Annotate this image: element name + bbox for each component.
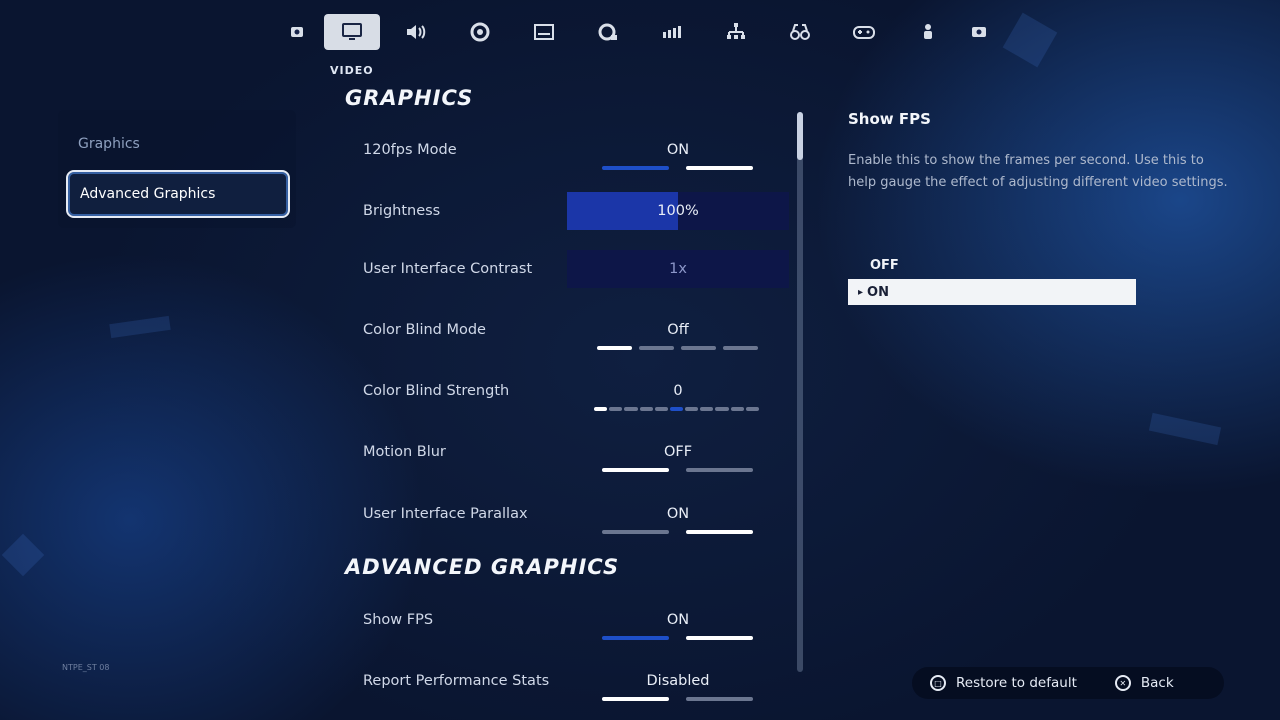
row-value: 0 bbox=[673, 383, 683, 399]
row-label: User Interface Contrast bbox=[363, 261, 533, 277]
row-label: Show FPS bbox=[363, 612, 434, 628]
toggle-segment bbox=[602, 166, 669, 170]
restore-button-icon: □ bbox=[930, 675, 946, 691]
selection-caret-icon: ▸ bbox=[858, 286, 864, 298]
nav-item-advanced-graphics[interactable]: Advanced Graphics bbox=[66, 170, 290, 218]
toggle-segment bbox=[686, 697, 753, 701]
back-button[interactable]: ✕ Back bbox=[1114, 675, 1174, 691]
toggle-segment bbox=[602, 530, 669, 534]
tab-hud[interactable] bbox=[708, 14, 764, 50]
row-label: Brightness bbox=[363, 203, 441, 219]
strength-segment bbox=[624, 407, 638, 411]
row-label: Color Blind Mode bbox=[363, 322, 486, 338]
settings-scrollbar[interactable] bbox=[797, 112, 803, 672]
back-label: Back bbox=[1140, 675, 1174, 691]
toggle-segment bbox=[686, 468, 753, 472]
strength-segment bbox=[639, 407, 653, 411]
tab-game[interactable] bbox=[452, 14, 508, 50]
row-label: Motion Blur bbox=[363, 444, 446, 460]
row-label: Color Blind Strength bbox=[363, 383, 510, 399]
tab-account-privacy[interactable] bbox=[900, 14, 956, 50]
settings-tab-bar bbox=[282, 14, 1002, 52]
toggle-segment bbox=[681, 346, 716, 350]
toggle-segment bbox=[602, 468, 669, 472]
option-off[interactable]: OFF bbox=[848, 252, 1136, 278]
row-label: Report Performance Stats bbox=[363, 673, 550, 689]
toggle-segment bbox=[602, 636, 669, 640]
graphics-heading: GRAPHICS bbox=[345, 86, 474, 110]
row-value: OFF bbox=[663, 444, 693, 460]
row-value: Off bbox=[667, 322, 689, 338]
strength-segment bbox=[609, 407, 623, 411]
gear-icon bbox=[470, 22, 490, 42]
row-value: ON bbox=[666, 142, 690, 158]
toggle-segment bbox=[639, 346, 674, 350]
monitor-icon bbox=[342, 23, 362, 40]
tab-video[interactable] bbox=[324, 14, 380, 50]
row-value: Disabled bbox=[646, 673, 710, 689]
account-icon bbox=[291, 27, 303, 37]
tab-input[interactable] bbox=[580, 14, 636, 50]
option-label: OFF bbox=[870, 257, 899, 273]
strength-segment bbox=[715, 407, 729, 411]
strength-segment bbox=[730, 407, 744, 411]
hierarchy-icon bbox=[727, 23, 745, 39]
toggle-segment bbox=[686, 166, 753, 170]
tab-audio[interactable] bbox=[388, 14, 444, 50]
advanced-graphics-heading: ADVANCED GRAPHICS bbox=[345, 555, 620, 579]
restore-label: Restore to default bbox=[956, 675, 1077, 691]
person-icon bbox=[924, 24, 932, 39]
strength-segment bbox=[685, 407, 699, 411]
row-label: User Interface Parallax bbox=[363, 506, 528, 522]
nav-item-graphics[interactable]: Graphics bbox=[66, 120, 290, 168]
tab-accessibility[interactable] bbox=[516, 14, 572, 50]
toggle-segment bbox=[597, 346, 632, 350]
tab-network[interactable] bbox=[644, 14, 700, 50]
restore-default-button[interactable]: □ Restore to default bbox=[930, 675, 1077, 691]
row-value: ON bbox=[666, 612, 690, 628]
toggle-segment bbox=[686, 636, 753, 640]
strength-segment bbox=[594, 407, 608, 411]
toggle-segment bbox=[602, 697, 669, 701]
network-icon bbox=[663, 26, 681, 38]
speaker-icon bbox=[407, 25, 426, 39]
tab-capture[interactable] bbox=[964, 14, 994, 50]
scrollbar-thumb[interactable] bbox=[797, 112, 803, 160]
tab-controller[interactable] bbox=[836, 14, 892, 50]
toggle-segment bbox=[686, 530, 753, 534]
subtitles-icon bbox=[534, 24, 554, 40]
row-value: 100% bbox=[657, 203, 699, 219]
left-nav: Graphics Advanced Graphics bbox=[58, 110, 296, 228]
tab-account[interactable] bbox=[282, 14, 312, 50]
binoculars-icon bbox=[790, 24, 810, 40]
strength-segment bbox=[700, 407, 714, 411]
strength-segment bbox=[654, 407, 668, 411]
row-label: 120fps Mode bbox=[363, 142, 457, 158]
toggle-segment bbox=[723, 346, 758, 350]
section-label: VIDEO bbox=[330, 64, 374, 77]
screenshot-icon bbox=[972, 27, 986, 37]
cross-button-icon: ✕ bbox=[1114, 675, 1131, 691]
detail-description: Enable this to show the frames per secon… bbox=[848, 153, 1228, 190]
tab-replay[interactable] bbox=[772, 14, 828, 50]
detail-title: Show FPS bbox=[848, 110, 931, 128]
gamepad-icon bbox=[853, 26, 875, 39]
bottom-action-bar: □ Restore to default ✕ Back bbox=[912, 667, 1224, 699]
strength-segment bbox=[669, 407, 684, 411]
row-value: 1x bbox=[669, 261, 687, 277]
option-label: ON bbox=[867, 284, 889, 300]
controller-sensitivity-icon bbox=[598, 23, 617, 41]
row-value: ON bbox=[666, 506, 690, 522]
strength-segment bbox=[745, 407, 759, 411]
build-version: NTPE_ST 08 bbox=[62, 663, 110, 672]
option-on[interactable]: ▸ ON bbox=[848, 279, 1136, 305]
